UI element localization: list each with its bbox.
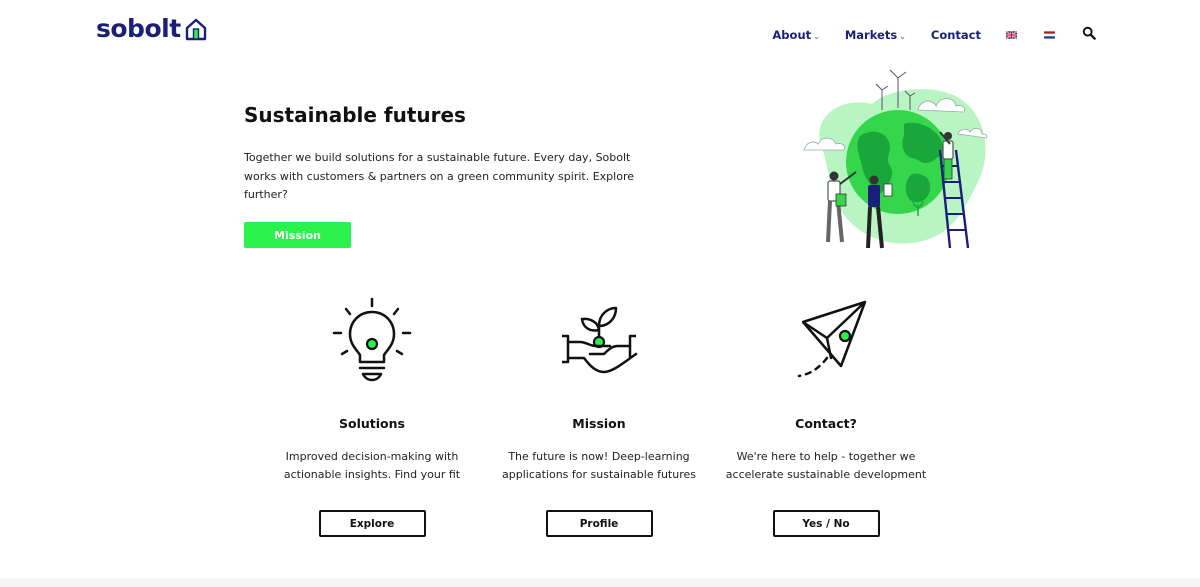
search-icon[interactable] xyxy=(1082,26,1096,40)
logo-text: sobolt xyxy=(96,14,181,43)
logo-link[interactable]: sobolt xyxy=(96,14,208,43)
feature-title: Contact? xyxy=(795,416,857,431)
site-header: sobolt About ⌄ Markets ⌄ Contact xyxy=(0,0,1200,70)
chevron-down-icon: ⌄ xyxy=(899,31,906,41)
logo-house-icon xyxy=(185,18,206,41)
feature-description: The future is now! Deep-learning applica… xyxy=(502,450,696,481)
chevron-down-icon: ⌄ xyxy=(813,31,820,41)
nav-about-label: About xyxy=(772,28,812,42)
feature-solutions: Solutions Improved decision-making with … xyxy=(258,296,486,537)
mission-button[interactable]: Mission xyxy=(244,222,351,248)
feature-description: We're here to help - together we acceler… xyxy=(725,450,927,481)
nav-about[interactable]: About ⌄ xyxy=(772,28,819,42)
feature-title: Solutions xyxy=(339,416,405,431)
paper-plane-icon xyxy=(797,300,867,378)
feature-mission: Mission The future is now! Deep-learning… xyxy=(485,296,713,537)
profile-button[interactable]: Profile xyxy=(545,510,653,537)
explore-button[interactable]: Explore xyxy=(318,510,426,537)
feature-description: Improved decision-making with actionable… xyxy=(283,450,461,481)
page-footer-edge xyxy=(0,578,1200,587)
page: sobolt About ⌄ Markets ⌄ Contact Sustain… xyxy=(0,0,1200,587)
main-nav: About ⌄ Markets ⌄ Contact xyxy=(772,26,1096,42)
nav-markets[interactable]: Markets ⌄ xyxy=(845,28,906,42)
nl-flag-icon[interactable] xyxy=(1044,31,1055,39)
globe-gardeners-illustration xyxy=(803,69,988,249)
hero-description: Together we build solutions for a sustai… xyxy=(244,151,634,201)
uk-flag-icon[interactable] xyxy=(1006,31,1017,39)
feature-title: Mission xyxy=(572,416,626,431)
yes-no-button[interactable]: Yes / No xyxy=(772,510,880,537)
lightbulb-icon xyxy=(332,297,412,382)
nav-contact-label: Contact xyxy=(930,28,981,42)
plant-in-hand-icon xyxy=(562,306,638,374)
nav-markets-label: Markets xyxy=(844,28,898,42)
hero-title: Sustainable futures xyxy=(244,103,466,127)
nav-contact[interactable]: Contact xyxy=(931,28,981,42)
feature-contact: Contact? We're here to help - together w… xyxy=(712,296,940,537)
